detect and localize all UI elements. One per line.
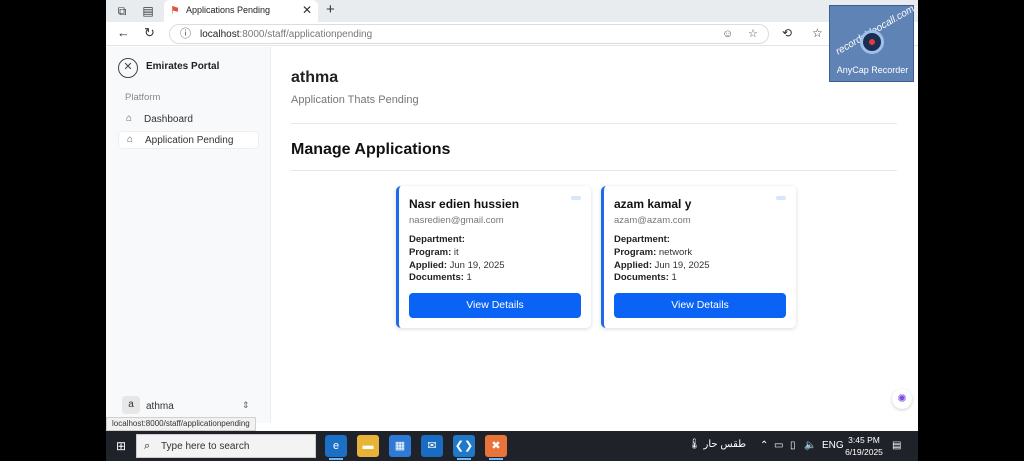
user-name[interactable]: athma bbox=[146, 401, 174, 412]
xampp-icon[interactable]: ✖ bbox=[485, 435, 507, 460]
section-title: Manage Applications bbox=[291, 141, 451, 158]
sidebar-item-label: Application Pending bbox=[145, 135, 234, 146]
taskbar: ⊞ ⌕ Type here to search e ▬ ▦ ✉ ❮❯ ✖ 🌡 ط… bbox=[106, 431, 918, 461]
divider bbox=[291, 123, 897, 124]
battery-icon[interactable]: ▯ bbox=[790, 439, 796, 453]
store-icon[interactable]: ▦ bbox=[389, 435, 411, 457]
applicant-email: azam@azam.com bbox=[614, 215, 691, 226]
page-subtitle: Application Thats Pending bbox=[291, 94, 419, 106]
main-content: athma Application Thats Pending Manage A… bbox=[272, 47, 918, 423]
weather-text: 🌡 طقس حار bbox=[688, 439, 747, 450]
application-card: Nasr edien hussien nasredien@gmail.com D… bbox=[396, 186, 591, 328]
new-tab-icon[interactable]: + bbox=[326, 1, 335, 19]
thermometer-icon: 🌡 bbox=[688, 439, 701, 450]
sidebar-item-application-pending[interactable]: ⌂ Application Pending bbox=[118, 131, 259, 149]
notification-icon[interactable]: ▤ bbox=[892, 439, 901, 453]
favorites-icon[interactable]: ☆ bbox=[812, 26, 823, 40]
applied-row: Applied: Jun 19, 2025 bbox=[614, 260, 710, 271]
favicon-icon: ⚑ bbox=[170, 5, 180, 17]
page-title: athma bbox=[291, 69, 339, 86]
windows-start-icon[interactable]: ⊞ bbox=[116, 439, 126, 453]
tab-actions-icon[interactable]: ▤ bbox=[141, 4, 155, 18]
clock-time: 3:45 PM bbox=[848, 435, 880, 445]
status-badge bbox=[571, 196, 581, 200]
chevron-updown-icon[interactable]: ⇕ bbox=[242, 398, 250, 412]
brand-logo-icon: ✕ bbox=[118, 58, 138, 78]
status-url-tooltip: localhost:8000/staff/applicationpending bbox=[106, 417, 256, 431]
workspaces-icon[interactable]: ⧉ bbox=[115, 4, 129, 18]
applied-row: Applied: Jun 19, 2025 bbox=[409, 260, 505, 271]
application-card: azam kamal y azam@azam.com Department: P… bbox=[601, 186, 796, 328]
documents-row: Documents: 1 bbox=[614, 272, 677, 283]
view-details-button[interactable]: View Details bbox=[614, 293, 786, 318]
sidebar-item-dashboard[interactable]: ⌂ Dashboard bbox=[118, 111, 259, 129]
assistant-icon[interactable]: ✺ bbox=[892, 389, 912, 409]
volume-icon[interactable]: 🔈 bbox=[804, 439, 816, 453]
applicant-name: azam kamal y bbox=[614, 197, 692, 211]
search-placeholder: Type here to search bbox=[161, 441, 250, 452]
browser-window: ⧉ ▤ ⚑ Applications Pending ✕ + ← ↻ ⓘ loc… bbox=[106, 0, 918, 461]
chevron-up-icon[interactable]: ⌃ bbox=[760, 439, 768, 453]
brand-name: Emirates Portal bbox=[146, 61, 220, 72]
outlook-icon[interactable]: ✉ bbox=[421, 435, 443, 457]
network-icon[interactable]: ▭ bbox=[774, 439, 783, 453]
clock[interactable]: 3:45 PM 6/19/2025 bbox=[844, 434, 884, 458]
search-icon: ⌕ bbox=[144, 440, 151, 452]
tab-title: Applications Pending bbox=[186, 5, 271, 15]
applicant-name: Nasr edien hussien bbox=[409, 197, 520, 211]
view-details-button[interactable]: View Details bbox=[409, 293, 581, 318]
divider bbox=[291, 170, 897, 171]
watermark-label: AnyCap Recorder bbox=[836, 65, 909, 75]
file-explorer-icon[interactable]: ▬ bbox=[357, 435, 379, 457]
recorder-watermark: recordvideocall.com AnyCap Recorder bbox=[829, 4, 917, 82]
applicant-email: nasredien@gmail.com bbox=[409, 215, 504, 226]
tab-bar: ⧉ ▤ ⚑ Applications Pending ✕ + bbox=[106, 0, 918, 22]
vscode-icon[interactable]: ❮❯ bbox=[453, 435, 475, 460]
tab-applications-pending[interactable]: ⚑ Applications Pending ✕ bbox=[164, 0, 318, 22]
program-row: Program: it bbox=[409, 247, 459, 258]
department-row: Department: bbox=[409, 234, 465, 245]
clock-date: 6/19/2025 bbox=[845, 447, 883, 457]
taskbar-search[interactable]: ⌕ Type here to search bbox=[136, 434, 316, 458]
home-icon: ⌂ bbox=[126, 113, 133, 124]
status-badge bbox=[776, 196, 786, 200]
section-label: Platform bbox=[125, 92, 161, 103]
address-bar: ← ↻ ⓘ localhost:8000/staff/applicationpe… bbox=[106, 22, 918, 46]
record-icon bbox=[860, 30, 884, 54]
extensions-icon[interactable]: ⟲ bbox=[782, 26, 792, 40]
url-input[interactable]: ⓘ localhost:8000/staff/applicationpendin… bbox=[169, 24, 769, 44]
edge-browser-icon[interactable]: e bbox=[325, 435, 347, 460]
favorite-star-icon[interactable]: ☆ bbox=[748, 27, 758, 41]
sidebar-item-label: Dashboard bbox=[144, 114, 193, 125]
home-icon: ⌂ bbox=[127, 134, 134, 145]
site-info-icon[interactable]: ⓘ bbox=[180, 27, 191, 41]
close-tab-icon[interactable]: ✕ bbox=[302, 3, 312, 17]
language-indicator[interactable]: ENG bbox=[822, 439, 844, 453]
reader-mode-icon[interactable]: ☺ bbox=[722, 27, 733, 41]
url-text: localhost:8000/staff/applicationpending bbox=[200, 29, 373, 40]
avatar[interactable]: a bbox=[122, 396, 140, 414]
department-row: Department: bbox=[614, 234, 670, 245]
program-row: Program: network bbox=[614, 247, 693, 258]
back-icon[interactable]: ← bbox=[117, 25, 130, 41]
documents-row: Documents: 1 bbox=[409, 272, 472, 283]
refresh-icon[interactable]: ↻ bbox=[144, 25, 155, 41]
sidebar: ✕ Emirates Portal Platform ⌂ Dashboard ⌂… bbox=[106, 47, 271, 423]
